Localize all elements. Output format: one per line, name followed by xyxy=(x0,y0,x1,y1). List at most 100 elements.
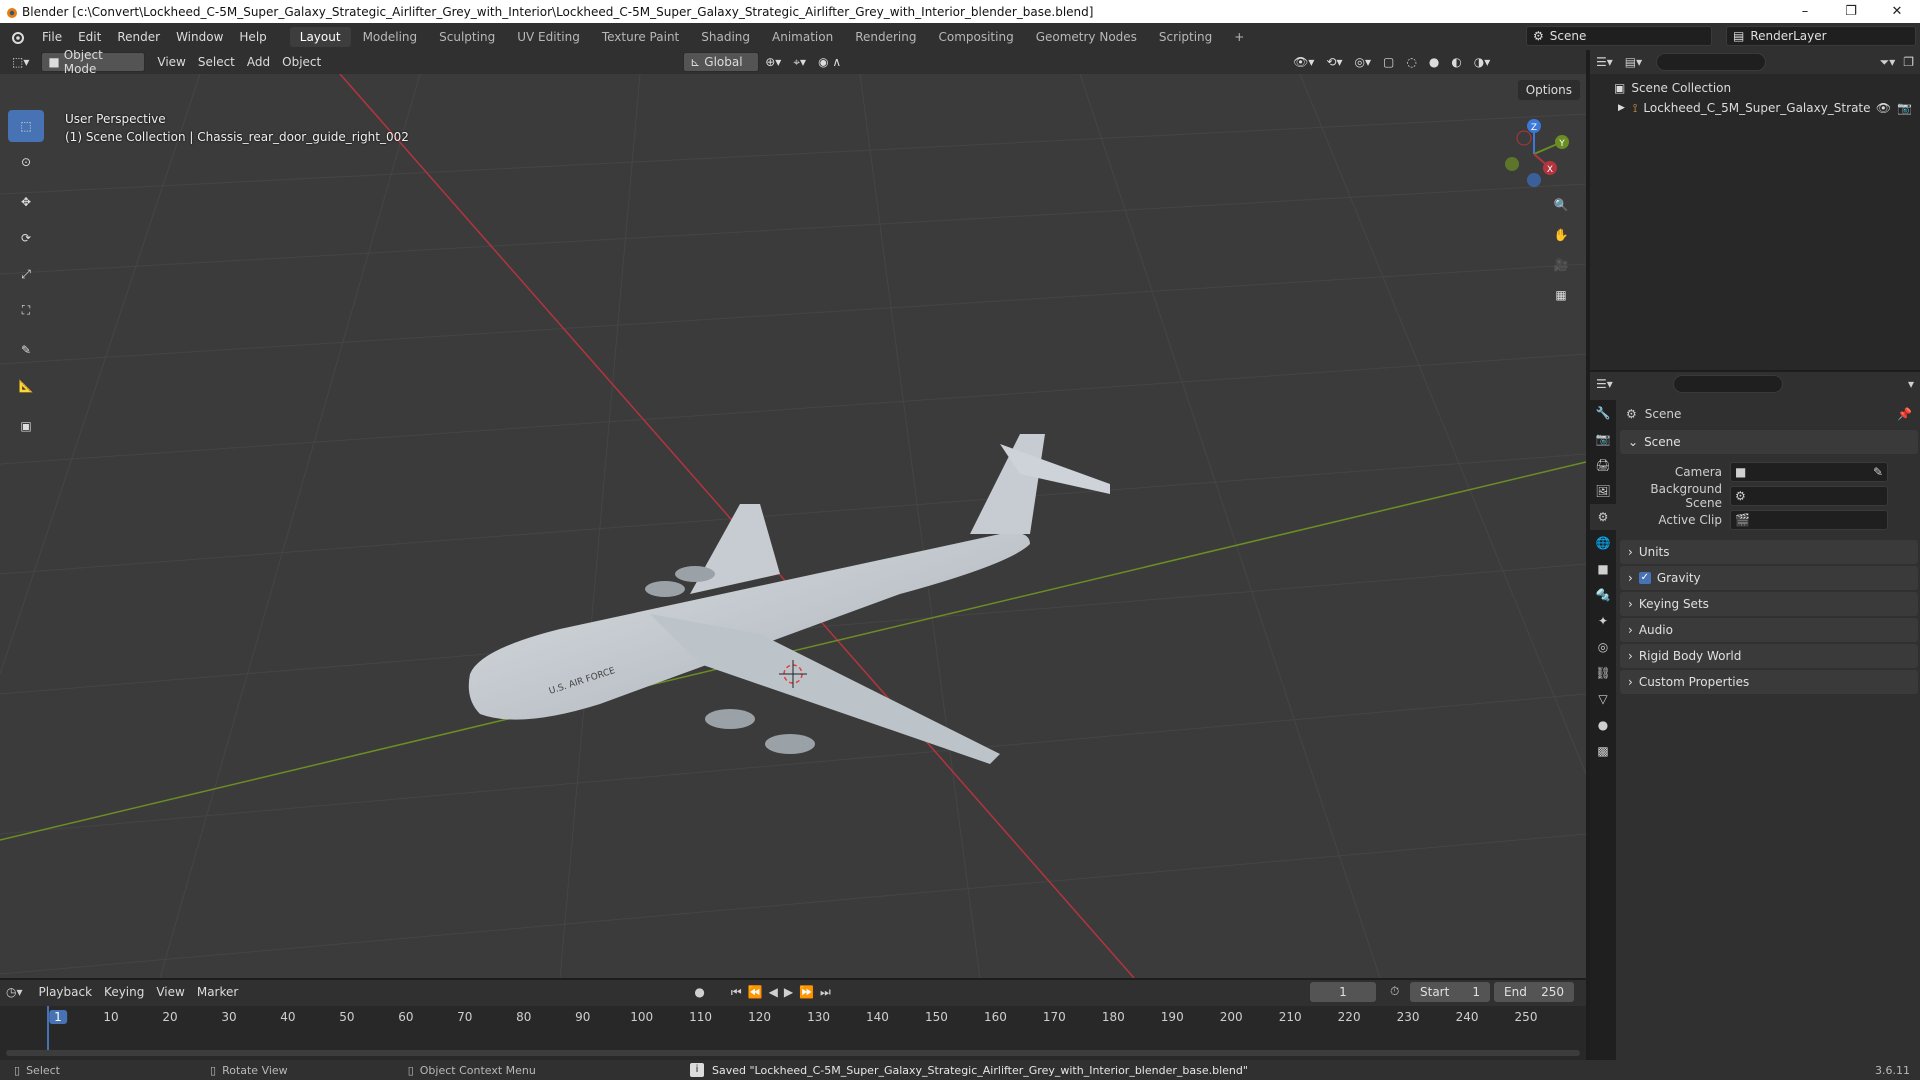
viewport-menu-object[interactable]: Object xyxy=(276,52,327,72)
outliner-scene-collection[interactable]: ▣ Scene Collection xyxy=(1590,78,1920,98)
menu-file[interactable]: File xyxy=(34,30,70,44)
world-tab-icon[interactable]: 🌐 xyxy=(1590,530,1616,556)
jump-end-icon[interactable]: ⏭ xyxy=(820,985,831,1000)
viewport-menu-select[interactable]: Select xyxy=(192,52,241,72)
display-mode-icon[interactable]: ▤▾ xyxy=(1625,55,1642,69)
pivot-point-icon[interactable]: ⊕▾ xyxy=(759,52,787,72)
properties-options-icon[interactable]: ▾ xyxy=(1908,377,1914,391)
tab-shading[interactable]: Shading xyxy=(691,27,760,47)
outliner-editor-icon[interactable]: ☰▾ xyxy=(1596,55,1613,69)
units-section[interactable]: › Units xyxy=(1620,540,1918,564)
background-scene-field[interactable]: ⚙ xyxy=(1730,486,1888,506)
jump-start-icon[interactable]: ⏮ xyxy=(731,985,742,1000)
proportional-editing-icon[interactable]: ◉ ∧ xyxy=(812,52,847,72)
blender-menu-icon[interactable] xyxy=(0,30,34,44)
rendered-shading-icon[interactable]: ◑▾ xyxy=(1468,52,1497,72)
keying-sets-section[interactable]: › Keying Sets xyxy=(1620,592,1918,616)
tab-uv-editing[interactable]: UV Editing xyxy=(507,27,590,47)
properties-search-input[interactable] xyxy=(1672,375,1783,393)
outliner-item[interactable]: ▶ ⟟ Lockheed_C_5M_Super_Galaxy_Strategi … xyxy=(1590,98,1920,118)
new-collection-icon[interactable]: ❐ xyxy=(1903,55,1914,69)
scale-tool-icon[interactable]: ⤢ xyxy=(8,258,44,290)
viewport-menu-add[interactable]: Add xyxy=(241,52,276,72)
tab-texture-paint[interactable]: Texture Paint xyxy=(592,27,689,47)
timeline-scrollbar[interactable] xyxy=(6,1050,1580,1056)
navigation-gizmo[interactable]: Z Y X xyxy=(1494,114,1584,194)
material-tab-icon[interactable]: ● xyxy=(1590,712,1616,738)
eye-icon[interactable]: 👁 xyxy=(1876,101,1891,115)
tab-geometry-nodes[interactable]: Geometry Nodes xyxy=(1026,27,1147,47)
jump-keyframe-forward-icon[interactable]: ⏩ xyxy=(799,985,814,999)
camera-field[interactable]: ■ ✎ xyxy=(1730,462,1888,482)
transform-orientation-dropdown[interactable]: ⊾ Global xyxy=(683,52,760,72)
xray-toggle-icon[interactable]: ▢ xyxy=(1377,52,1400,72)
rotate-tool-icon[interactable]: ⟳ xyxy=(8,222,44,254)
timeline-menu-marker[interactable]: Marker xyxy=(191,982,244,1002)
expand-arrow-icon[interactable]: ▶ xyxy=(1618,103,1625,113)
timeline-menu-playback[interactable]: Playback xyxy=(33,982,99,1002)
material-shading-icon[interactable]: ◐ xyxy=(1445,52,1467,72)
menu-help[interactable]: Help xyxy=(231,30,274,44)
zoom-icon[interactable]: 🔍 xyxy=(1548,192,1574,218)
scene-tab-icon[interactable]: ⚙ xyxy=(1590,504,1616,530)
scene-section-header[interactable]: ⌄ Scene xyxy=(1620,430,1918,454)
options-dropdown[interactable]: Options xyxy=(1517,80,1580,100)
rigid-body-world-section[interactable]: › Rigid Body World xyxy=(1620,644,1918,668)
scene-selector[interactable]: ⚙ Scene xyxy=(1526,26,1712,46)
visibility-icon[interactable]: 👁▾ xyxy=(1287,52,1320,72)
solid-shading-icon[interactable]: ● xyxy=(1423,52,1445,72)
add-cube-tool-icon[interactable]: ▣ xyxy=(8,410,44,442)
play-reverse-icon[interactable]: ◀ xyxy=(769,985,778,999)
modifier-tab-icon[interactable]: 🔩 xyxy=(1590,582,1616,608)
start-frame-field[interactable]: Start 1 xyxy=(1410,982,1490,1002)
gizmo-toggle-icon[interactable]: ⟲▾ xyxy=(1320,52,1348,72)
select-box-tool-icon[interactable]: ⬚ xyxy=(8,110,44,142)
physics-tab-icon[interactable]: ◎ xyxy=(1590,634,1616,660)
record-icon[interactable]: ● xyxy=(694,985,704,999)
filter-icon[interactable]: ⏷▾ xyxy=(1880,55,1896,70)
wireframe-shading-icon[interactable]: ◌ xyxy=(1400,52,1422,72)
maximize-button[interactable]: ❐ xyxy=(1828,0,1874,23)
pin-icon[interactable]: 📌 xyxy=(1897,407,1912,421)
overlay-toggle-icon[interactable]: ◎▾ xyxy=(1349,52,1378,72)
tab-modeling[interactable]: Modeling xyxy=(353,27,428,47)
tab-layout[interactable]: Layout xyxy=(289,26,351,47)
ortho-grid-icon[interactable]: ▦ xyxy=(1548,282,1574,308)
render-layer-selector[interactable]: ▤ RenderLayer xyxy=(1726,26,1916,46)
3d-viewport[interactable]: U.S. AIR FORCE ⬚▾ ■ Object Mode View Sel… xyxy=(0,50,1586,978)
play-icon[interactable]: ▶ xyxy=(784,985,793,999)
view-layer-tab-icon[interactable]: 🖼 xyxy=(1590,478,1616,504)
render-tab-icon[interactable]: 📷 xyxy=(1590,426,1616,452)
gravity-section[interactable]: › ✓ Gravity xyxy=(1620,566,1918,590)
add-workspace-button[interactable]: + xyxy=(1224,27,1254,47)
close-button[interactable]: ✕ xyxy=(1874,0,1920,23)
constraints-tab-icon[interactable]: ⛓ xyxy=(1590,660,1616,686)
tool-tab-icon[interactable]: 🔧 xyxy=(1590,400,1616,426)
timeline-editor-icon[interactable]: ◷▾ xyxy=(6,985,23,999)
pan-hand-icon[interactable]: ✋ xyxy=(1548,222,1574,248)
gravity-checkbox[interactable]: ✓ xyxy=(1638,572,1651,584)
particles-tab-icon[interactable]: ✦ xyxy=(1590,608,1616,634)
move-tool-icon[interactable]: ✥ xyxy=(8,186,44,218)
active-clip-field[interactable]: 🎬 xyxy=(1730,510,1888,530)
render-camera-icon[interactable]: 📷 xyxy=(1897,101,1912,115)
menu-render[interactable]: Render xyxy=(109,30,168,44)
custom-properties-section[interactable]: › Custom Properties xyxy=(1620,670,1918,694)
cursor-tool-icon[interactable]: ⊙ xyxy=(8,146,44,178)
timeline-ruler[interactable]: 1 10 20 30 40 50 60 70 80 90 100 110 120 130 140 150 160… xyxy=(0,1006,1586,1060)
stopwatch-icon[interactable]: ⏱ xyxy=(1390,984,1399,999)
viewport-menu-view[interactable]: View xyxy=(151,52,191,72)
texture-tab-icon[interactable]: ▩ xyxy=(1590,738,1616,764)
tab-animation[interactable]: Animation xyxy=(762,27,843,47)
camera-view-icon[interactable]: 🎥 xyxy=(1548,252,1574,278)
timeline-menu-keying[interactable]: Keying xyxy=(98,982,150,1002)
menu-edit[interactable]: Edit xyxy=(70,30,109,44)
playhead[interactable] xyxy=(47,1006,49,1052)
transform-tool-icon[interactable]: ⛶ xyxy=(8,294,44,326)
annotate-tool-icon[interactable]: ✎ xyxy=(8,334,44,366)
outliner-search-input[interactable] xyxy=(1656,53,1767,71)
minimize-button[interactable]: – xyxy=(1782,0,1828,23)
snap-icon[interactable]: ⌖▾ xyxy=(787,52,812,72)
eyedropper-icon[interactable]: ✎ xyxy=(1873,465,1883,479)
timeline-menu-view[interactable]: View xyxy=(150,982,190,1002)
